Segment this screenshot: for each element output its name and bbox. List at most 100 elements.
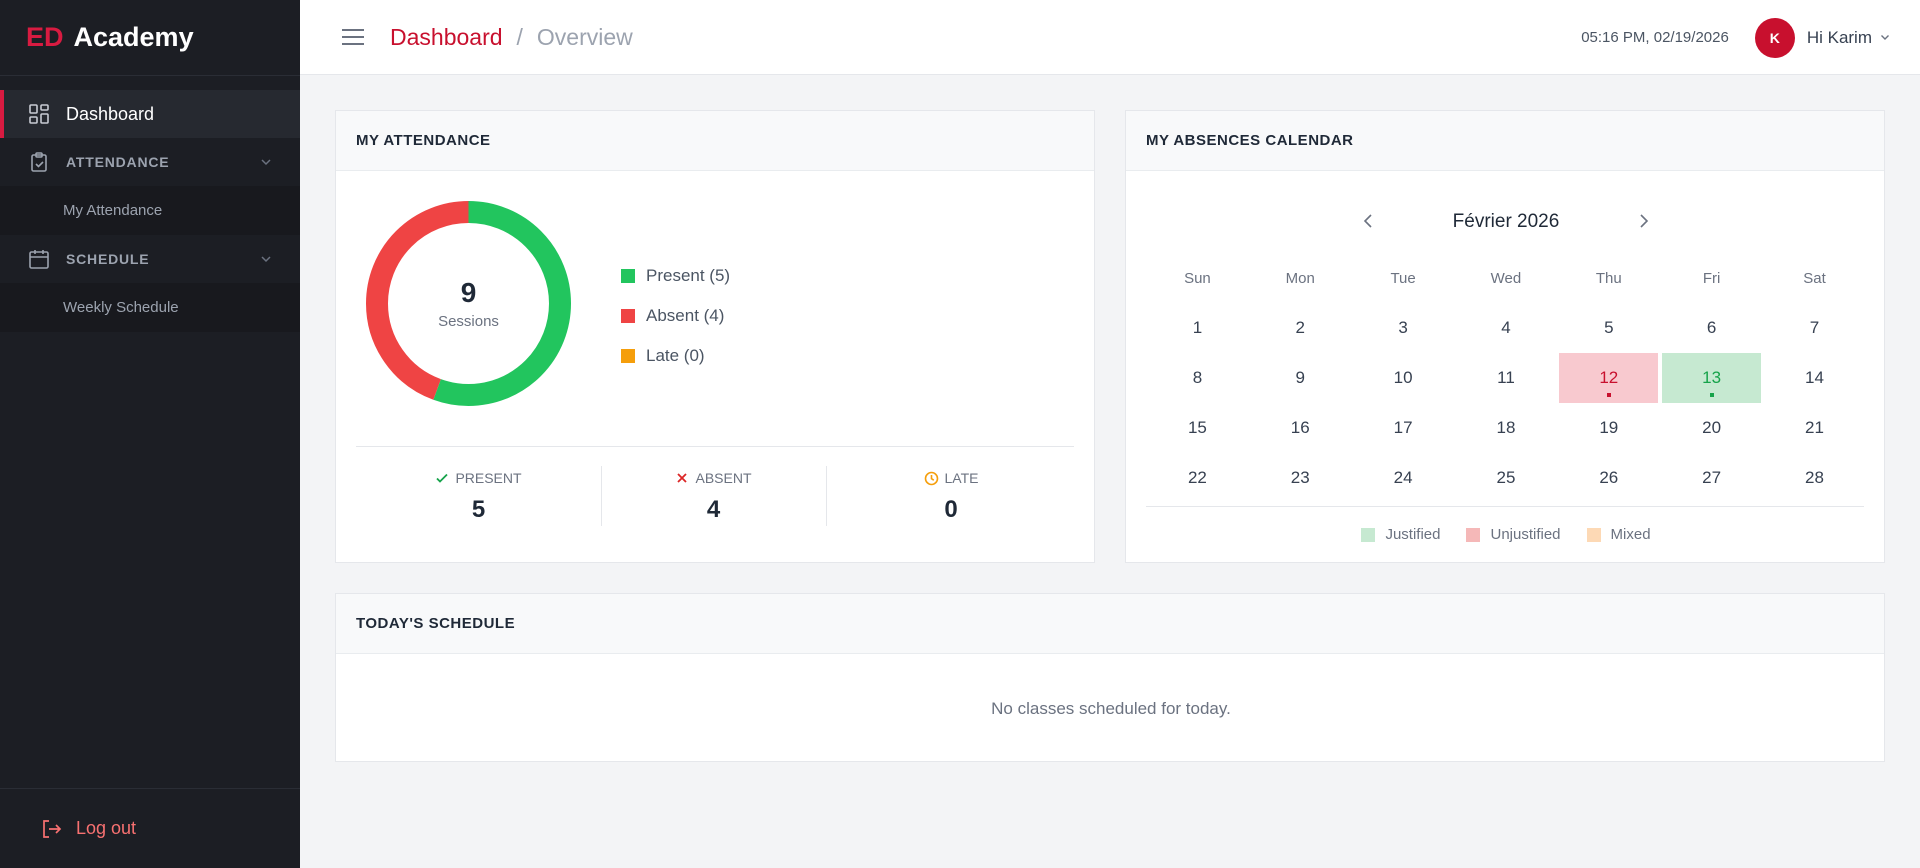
sidebar-item-dashboard[interactable]: Dashboard: [0, 90, 300, 138]
calendar-day[interactable]: 14: [1763, 353, 1866, 403]
calendar-day-number: 20: [1702, 418, 1722, 437]
stat-label-text: PRESENT: [455, 470, 522, 486]
calendar-day-number: 16: [1290, 418, 1310, 437]
stat-present: PRESENT 5: [356, 466, 601, 536]
calendar-day[interactable]: 22: [1146, 453, 1249, 503]
sidebar: ED Academy Dashboard ATTENDANCE My Atten…: [0, 0, 300, 868]
calendar-day[interactable]: 12: [1559, 353, 1659, 403]
calendar-day-number: 11: [1497, 368, 1515, 387]
calendar-day[interactable]: 23: [1249, 453, 1352, 503]
weekday-label: Wed: [1490, 269, 1522, 287]
stat-label: PRESENT: [435, 470, 522, 486]
calendar-day[interactable]: 20: [1660, 403, 1763, 453]
legend-item-mixed: Mixed: [1586, 526, 1651, 543]
sidebar-item-label: Weekly Schedule: [63, 299, 179, 316]
legend-item-late: Late (0): [621, 336, 730, 376]
calendar-week-row: 1 2 3 4 5 6 7: [1146, 303, 1866, 353]
sidebar-group-schedule[interactable]: SCHEDULE: [0, 235, 300, 283]
breadcrumb: Dashboard / Overview: [390, 24, 633, 51]
calendar-day-number: 15: [1187, 418, 1207, 437]
calendar-day[interactable]: 18: [1455, 403, 1558, 453]
legend-label: Justified: [1385, 526, 1441, 543]
absence-indicator-dot: [1606, 393, 1611, 397]
calendar-icon: [28, 248, 50, 270]
calendar-day[interactable]: 3: [1352, 303, 1455, 353]
sessions-total: 9: [460, 277, 477, 308]
weekday-label: Tue: [1390, 269, 1416, 287]
calendar-day-number: 2: [1295, 318, 1305, 337]
calendar-day[interactable]: 16: [1249, 403, 1352, 453]
menu-toggle-icon[interactable]: [342, 29, 364, 45]
calendar-day[interactable]: 13: [1662, 353, 1762, 403]
app-logo[interactable]: ED Academy: [0, 0, 300, 76]
calendar-day-number: 25: [1496, 468, 1516, 487]
calendar-day-number: 5: [1604, 318, 1614, 337]
calendar-day-number: 14: [1805, 368, 1824, 387]
calendar-day[interactable]: 21: [1763, 403, 1866, 453]
legend-item-present: Present (5): [621, 256, 730, 296]
logo-prefix: ED: [26, 22, 64, 52]
legend-swatch: [1586, 527, 1601, 542]
stat-label-text: ABSENT: [695, 470, 752, 486]
legend-item-justified: Justified: [1361, 526, 1440, 543]
weekday-label: Fri: [1702, 269, 1721, 287]
sidebar-item-my-attendance[interactable]: My Attendance: [0, 186, 300, 235]
calendar-day[interactable]: 4: [1455, 303, 1558, 353]
breadcrumb-separator: /: [516, 23, 523, 50]
breadcrumb-overview: Overview: [536, 23, 633, 50]
legend-item-absent: Absent (4): [621, 296, 730, 336]
stat-label: ABSENT: [675, 470, 752, 486]
legend-label: Mixed: [1610, 526, 1651, 543]
calendar-day[interactable]: 11: [1455, 353, 1558, 403]
calendar-day[interactable]: 2: [1249, 303, 1352, 353]
calendar-day[interactable]: 9: [1249, 353, 1352, 403]
divider: [1146, 506, 1864, 507]
legend-swatch: [1361, 527, 1376, 542]
logo-name: Academy: [73, 22, 194, 52]
calendar-day[interactable]: 25: [1455, 453, 1558, 503]
calendar-day[interactable]: 6: [1660, 303, 1763, 353]
calendar-day[interactable]: 26: [1557, 453, 1660, 503]
calendar-day-number: 8: [1192, 368, 1203, 387]
chevron-down-icon[interactable]: [1880, 29, 1890, 47]
logout-icon: [40, 818, 62, 840]
attendance-card: MY ATTENDANCE 9 Sessions Present (5) Abs…: [335, 110, 1095, 563]
calendar-day[interactable]: 27: [1660, 453, 1763, 503]
calendar-day[interactable]: 7: [1763, 303, 1866, 353]
sidebar-group-attendance[interactable]: ATTENDANCE: [0, 138, 300, 186]
card-title: MY ABSENCES CALENDAR: [1126, 111, 1884, 171]
dashboard-grid-icon: [28, 103, 50, 125]
calendar-day[interactable]: 10: [1352, 353, 1455, 403]
calendar-day[interactable]: 28: [1763, 453, 1866, 503]
calendar-week-row: 15 16 17 18 19 20 21: [1146, 403, 1866, 453]
card-title: TODAY'S SCHEDULE: [336, 594, 1884, 654]
calendar-day[interactable]: 17: [1352, 403, 1455, 453]
attendance-stats: PRESENT 5 ABSENT 4 LATE 0: [356, 466, 1074, 536]
legend-swatch: [621, 309, 635, 323]
logout-button[interactable]: Log out: [0, 788, 300, 868]
calendar-day[interactable]: 24: [1352, 453, 1455, 503]
calendar-day-number: 10: [1393, 368, 1413, 387]
check-icon: [436, 473, 449, 483]
calendar-day-number: 17: [1393, 418, 1413, 437]
stat-absent: ABSENT 4: [601, 466, 826, 536]
calendar-day-number: 18: [1496, 418, 1516, 437]
attendance-donut-chart: 9 Sessions: [366, 201, 571, 406]
breadcrumb-dashboard[interactable]: Dashboard: [390, 24, 503, 51]
calendar-month: Février 2026: [1452, 211, 1560, 232]
calendar-day[interactable]: 8: [1146, 353, 1249, 403]
weekday-label: Mon: [1285, 269, 1315, 287]
calendar-grid: Sun Mon Tue Wed Thu Fri Sat 1 2 3 4 5 6 7 8 9 10 11 12 13 14…: [1146, 253, 1866, 503]
calendar-day[interactable]: 5: [1557, 303, 1660, 353]
sidebar-item-weekly-schedule[interactable]: Weekly Schedule: [0, 283, 300, 332]
avatar[interactable]: K: [1754, 17, 1795, 58]
stat-late: LATE 0: [826, 466, 1076, 536]
chevron-right-icon[interactable]: [1636, 213, 1650, 234]
calendar-week-row: 22 23 24 25 26 27 28: [1146, 453, 1866, 503]
user-greeting[interactable]: Hi Karim: [1807, 28, 1872, 48]
logout-label: Log out: [76, 818, 137, 838]
calendar-day[interactable]: 19: [1557, 403, 1660, 453]
calendar-day-number: 23: [1290, 468, 1310, 487]
calendar-day[interactable]: 15: [1146, 403, 1249, 453]
calendar-day[interactable]: 1: [1146, 303, 1249, 353]
